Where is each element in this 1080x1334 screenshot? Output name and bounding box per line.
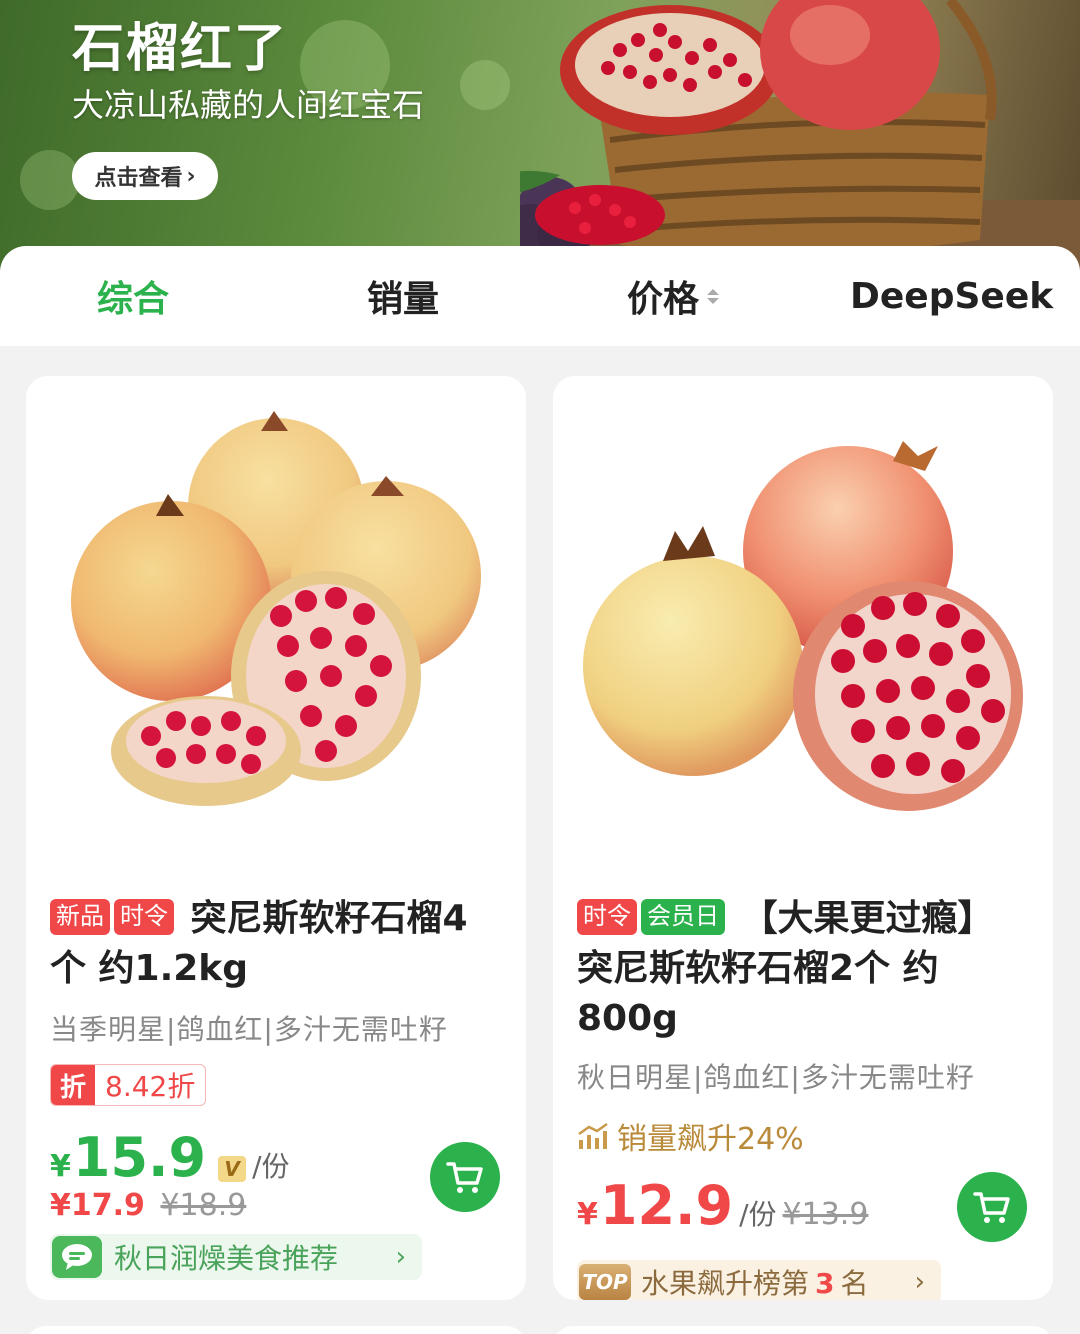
add-to-cart-button[interactable] xyxy=(957,1172,1027,1242)
tab-label: DeepSeek xyxy=(850,275,1054,317)
product-image xyxy=(26,376,526,876)
banner-subtitle: 大凉山私藏的人间红宝石 xyxy=(72,86,425,124)
currency-symbol: ¥ xyxy=(577,1197,598,1232)
sort-tab-bar: 综合 销量 价格 DeepSeek xyxy=(0,246,1080,346)
sort-arrows-icon xyxy=(707,288,720,304)
tag-new: 新品 xyxy=(50,899,110,935)
recommendation-text: 秋日润燥美食推荐 xyxy=(114,1242,339,1275)
rank-prefix: 水果飙升榜第 xyxy=(641,1267,810,1300)
price-row: ¥ 12.9 /份 ¥13.9 xyxy=(577,1174,868,1237)
recommendation-link[interactable]: 秋日润燥美食推荐 › xyxy=(50,1234,422,1280)
vip-badge-icon: V xyxy=(218,1156,247,1182)
chevron-right-icon: › xyxy=(914,1267,925,1297)
currency-symbol: ¥ xyxy=(50,1149,71,1184)
discount-badge: 折 8.42折 xyxy=(50,1064,207,1106)
next-card-edge xyxy=(553,1326,1053,1334)
next-card-edge xyxy=(26,1326,526,1334)
product-features: 当季明星|鸽血红|多汁无需吐籽 xyxy=(50,1013,448,1046)
tag-seasonal: 时令 xyxy=(577,899,637,935)
tab-deepseek[interactable]: DeepSeek xyxy=(850,246,1053,346)
add-to-cart-button[interactable] xyxy=(430,1142,500,1212)
rank-number: 3 xyxy=(815,1267,835,1300)
original-price: ¥13.9 xyxy=(782,1197,869,1232)
top-badge-icon: TOP xyxy=(579,1264,631,1300)
cart-icon xyxy=(446,1162,483,1193)
tab-label: 综合 xyxy=(97,279,170,320)
discount-label: 折 xyxy=(51,1065,95,1105)
chat-bubble-icon xyxy=(52,1236,102,1278)
ranking-text: 水果飙升榜第 3 名 xyxy=(641,1262,915,1300)
product-title[interactable]: 时令 会员日 【大果更过瘾】突尼斯软籽石榴2个 约800g xyxy=(577,894,1029,1044)
tab-comprehensive[interactable]: 综合 xyxy=(97,246,169,346)
price-unit: /份 xyxy=(739,1198,777,1231)
product-title[interactable]: 新品 时令 突尼斯软籽石榴4个 约1.2kg xyxy=(50,894,502,994)
rank-suffix: 名 xyxy=(840,1267,869,1300)
view-details-label: 点击查看 xyxy=(94,166,183,191)
tag-seasonal: 时令 xyxy=(114,899,174,935)
product-card[interactable]: 时令 会员日 【大果更过瘾】突尼斯软籽石榴2个 约800g 秋日明星|鸽血红|多汁… xyxy=(553,376,1053,1300)
view-details-button[interactable]: 点击查看 › xyxy=(72,152,218,200)
product-image xyxy=(553,376,1053,876)
sales-trend-text: 销量飙升24% xyxy=(617,1122,804,1157)
cart-icon xyxy=(973,1192,1010,1223)
tab-label: 销量 xyxy=(367,279,440,320)
product-title-text: 突尼斯软籽石榴4个 约1.2kg xyxy=(50,898,468,989)
vip-price: 15.9 xyxy=(72,1126,207,1189)
tab-sales[interactable]: 销量 xyxy=(367,246,439,346)
price-unit: /份 xyxy=(252,1150,290,1183)
member-price: ¥17.9 xyxy=(50,1188,145,1223)
ranking-link[interactable]: TOP 水果飙升榜第 3 名 › xyxy=(577,1260,941,1300)
sub-prices: ¥17.9 ¥18.9 xyxy=(50,1188,246,1223)
promo-banner[interactable]: 石榴红了 大凉山私藏的人间红宝石 点击查看 › xyxy=(0,0,1080,270)
tab-label: 价格 xyxy=(627,279,700,320)
chevron-right-icon: › xyxy=(395,1242,406,1272)
price-row: ¥ 15.9 V /份 xyxy=(50,1126,290,1189)
sale-price: 12.9 xyxy=(599,1174,734,1237)
product-features: 秋日明星|鸽血红|多汁无需吐籽 xyxy=(577,1061,975,1094)
tag-member-day: 会员日 xyxy=(641,899,725,935)
trend-up-icon xyxy=(578,1122,608,1149)
sales-trend: 销量飙升24% xyxy=(577,1114,804,1158)
tab-price[interactable]: 价格 xyxy=(627,246,720,346)
chevron-right-icon: › xyxy=(186,163,196,189)
discount-value: 8.42折 xyxy=(105,1070,196,1103)
product-title-text: 【大果更过瘾】突尼斯软籽石榴2个 约800g xyxy=(577,898,994,1039)
original-price: ¥18.9 xyxy=(160,1188,247,1223)
banner-title: 石榴红了 xyxy=(72,19,289,79)
product-card[interactable]: 新品 时令 突尼斯软籽石榴4个 约1.2kg 当季明星|鸽血红|多汁无需吐籽 折 … xyxy=(26,376,526,1300)
pomegranate-basket-image xyxy=(520,0,1080,270)
